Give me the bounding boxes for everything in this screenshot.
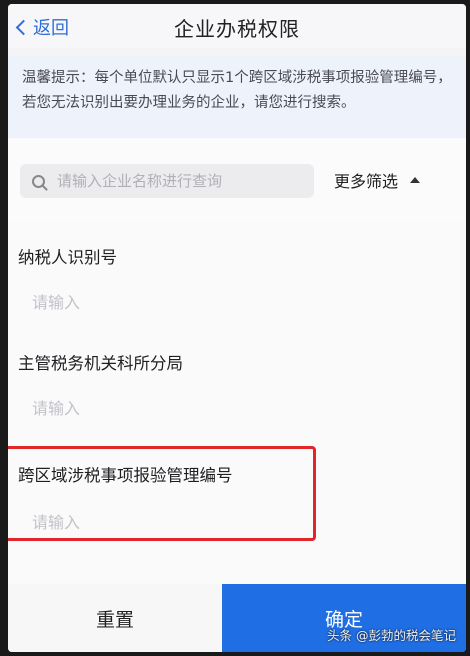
search-box[interactable]: [20, 164, 314, 198]
field-tax-authority: 主管税务机关科所分局: [8, 334, 466, 446]
top-bar: 返回 企业办税权限: [8, 4, 466, 48]
watermark: 头条 @彭勃的税会笔记: [327, 628, 456, 643]
highlight-box: [8, 446, 316, 541]
tax-authority-input[interactable]: [30, 398, 334, 419]
search-row: 更多筛选: [8, 138, 466, 222]
notice-banner: 温馨提示：每个单位默认只显示1个跨区域涉税事项报验管理编号，若您无法识别出要办理…: [8, 56, 466, 138]
more-filter-label: 更多筛选: [334, 172, 399, 191]
search-icon: [32, 174, 45, 188]
page-title: 企业办税权限: [174, 17, 300, 41]
field-label-taxpayer-id: 纳税人识别号: [18, 248, 117, 267]
taxpayer-id-input[interactable]: [30, 292, 334, 313]
field-taxpayer-id: 纳税人识别号: [8, 222, 466, 334]
search-input[interactable]: [55, 171, 299, 191]
phone-screen: 返回 企业办税权限 温馨提示：每个单位默认只显示1个跨区域涉税事项报验管理编号，…: [8, 4, 466, 652]
reset-button[interactable]: 重置: [8, 584, 222, 652]
caret-up-icon: [410, 177, 421, 183]
more-filter-toggle[interactable]: 更多筛选: [334, 168, 421, 192]
field-label-tax-authority: 主管税务机关科所分局: [18, 354, 183, 373]
